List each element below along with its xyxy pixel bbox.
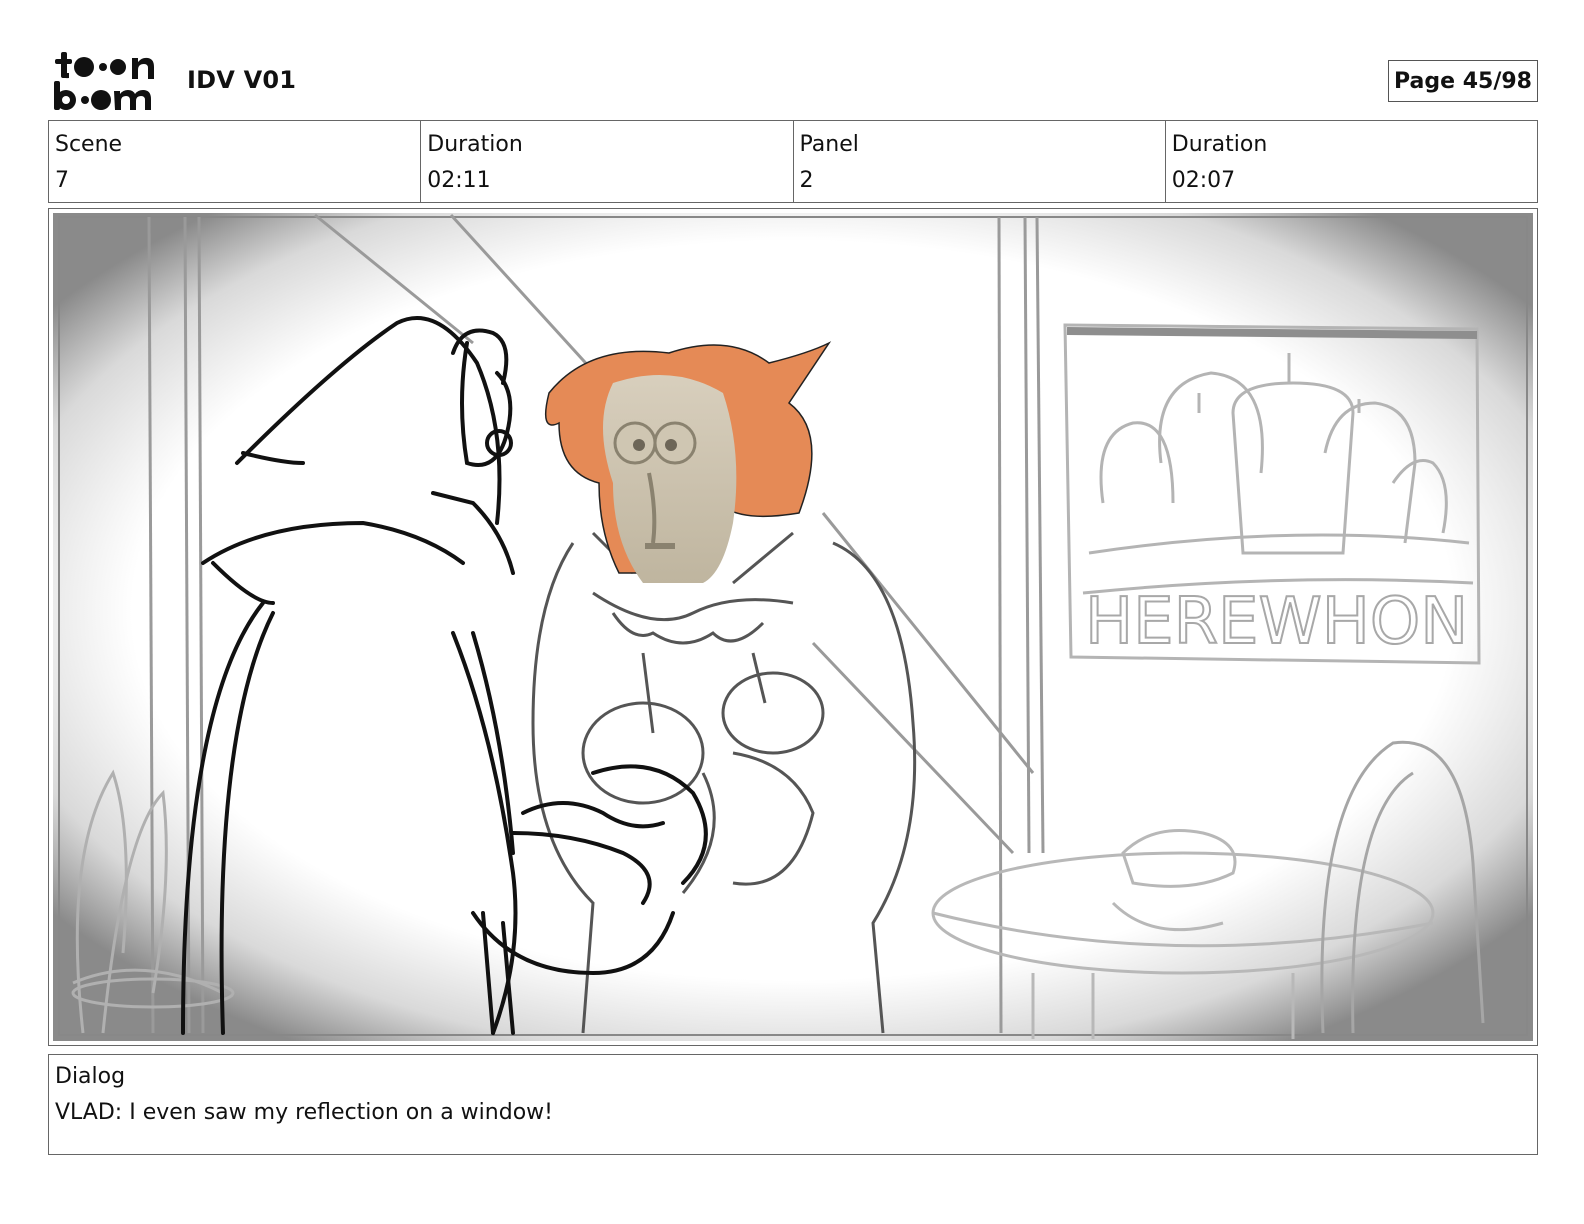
toon-boom-logo (52, 50, 164, 112)
scene-value: 7 (55, 168, 69, 193)
panel-label: Panel (799, 132, 859, 157)
dialog-label: Dialog (55, 1064, 126, 1089)
panel-duration-value: 02:07 (1171, 168, 1236, 193)
storyboard-sketch-image: HEREWHON (53, 213, 1533, 1041)
panel-duration-label: Duration (1171, 132, 1268, 157)
panel-cell: Panel 2 (794, 121, 1166, 202)
page-number: Page 45/98 (1388, 60, 1538, 102)
scene-duration-cell: Duration 02:11 (421, 121, 794, 202)
panel-duration-cell: Duration 02:07 (1166, 121, 1537, 202)
scene-duration-label: Duration (427, 132, 523, 157)
panel-value: 2 (799, 168, 814, 193)
storyboard-panel: HEREWHON (48, 208, 1538, 1046)
project-title: IDV V01 (187, 66, 297, 94)
scene-label: Scene (55, 132, 123, 157)
scene-cell: Scene 7 (49, 121, 422, 202)
dialog-text: VLAD: I even saw my reflection on a wind… (55, 1100, 553, 1125)
toon-boom-logo-icon (54, 52, 154, 110)
dialog-box: Dialog VLAD: I even saw my reflection on… (48, 1054, 1538, 1155)
scene-info-table: Scene 7 Duration 02:11 Panel 2 Duration … (48, 120, 1538, 203)
sign-text: HEREWHON (1085, 585, 1468, 659)
scene-duration-value: 02:11 (427, 168, 491, 193)
